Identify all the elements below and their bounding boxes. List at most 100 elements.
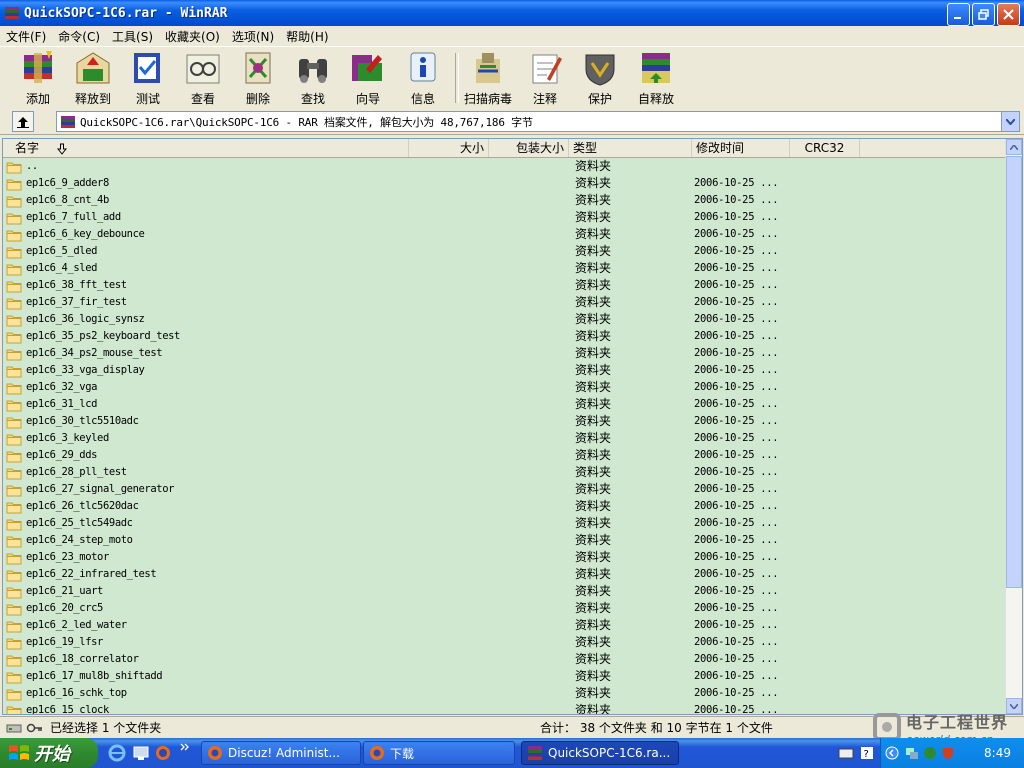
table-row[interactable]: ep1c6_29_dds 资料夹 2006-10-25 ... — [3, 447, 1006, 464]
minimize-button[interactable] — [947, 3, 970, 26]
file-type: 资料夹 — [575, 363, 612, 377]
task-winrar[interactable]: QuickSOPC-1C6.ra... — [521, 741, 679, 765]
title-bar[interactable]: QuickSOPC-1C6.rar - WinRAR — [0, 0, 1024, 26]
virus-scan-button[interactable]: 扫描病毒 — [461, 49, 515, 107]
table-row[interactable]: ep1c6_34_ps2_mouse_test 资料夹 2006-10-25 ... — [3, 345, 1006, 362]
table-row[interactable]: ep1c6_2_led_water 资料夹 2006-10-25 ... — [3, 617, 1006, 634]
file-name: ep1c6_30_tlc5510adc — [26, 415, 139, 427]
sfx-button[interactable]: 自释放 — [629, 49, 683, 107]
table-row[interactable]: ep1c6_7_full_add 资料夹 2006-10-25 ... — [3, 209, 1006, 226]
menu-favorites[interactable]: 收藏夹(O) — [159, 28, 226, 45]
table-row[interactable]: ep1c6_6_key_debounce 资料夹 2006-10-25 ... — [3, 226, 1006, 243]
antivirus-icon[interactable] — [923, 746, 937, 760]
tray-expand-icon[interactable] — [885, 746, 899, 760]
ie-quicklaunch-icon[interactable] — [108, 744, 126, 762]
find-button[interactable]: 查找 — [286, 49, 340, 107]
table-row[interactable]: ep1c6_20_crc5 资料夹 2006-10-25 ... — [3, 600, 1006, 617]
wizard-button[interactable]: 向导 — [341, 49, 395, 107]
column-modified-header[interactable]: 修改时间 — [692, 139, 790, 157]
menu-options[interactable]: 选项(N) — [226, 28, 280, 45]
status-total: 合计： 38 个文件夹 和 10 字节在 1 个文件 — [534, 719, 864, 736]
svg-text:?: ? — [864, 749, 869, 760]
menu-command[interactable]: 命令(C) — [52, 28, 106, 45]
file-name-cell: ep1c6_22_infrared_test — [6, 566, 157, 583]
column-crc-header[interactable]: CRC32 — [790, 139, 860, 157]
file-name-cell: ep1c6_5_dled — [6, 243, 97, 260]
folder-icon — [6, 519, 22, 530]
desktop-quicklaunch-icon[interactable] — [132, 744, 150, 762]
table-row[interactable]: ep1c6_21_uart 资料夹 2006-10-25 ... — [3, 583, 1006, 600]
table-row[interactable]: ep1c6_16_schk_top 资料夹 2006-10-25 ... — [3, 685, 1006, 702]
table-row[interactable]: ep1c6_37_fir_test 资料夹 2006-10-25 ... — [3, 294, 1006, 311]
menu-file[interactable]: 文件(F) — [0, 28, 52, 45]
comment-button[interactable]: 注释 — [518, 49, 572, 107]
delete-button[interactable]: 删除 — [231, 49, 285, 107]
menu-help[interactable]: 帮助(H) — [280, 28, 334, 45]
table-row[interactable]: ep1c6_33_vga_display 资料夹 2006-10-25 ... — [3, 362, 1006, 379]
up-folder-button[interactable] — [12, 111, 34, 132]
folder-icon — [6, 230, 22, 241]
maximize-button[interactable] — [972, 3, 995, 26]
column-name-header[interactable]: 名字 — [3, 139, 409, 157]
wizard-label: 向导 — [355, 92, 380, 106]
table-row[interactable]: ep1c6_19_lfsr 资料夹 2006-10-25 ... — [3, 634, 1006, 651]
test-button[interactable]: 测试 — [121, 49, 175, 107]
table-row[interactable]: ep1c6_24_step_moto 资料夹 2006-10-25 ... — [3, 532, 1006, 549]
table-row[interactable]: ep1c6_15_clock 资料夹 2006-10-25 ... — [3, 702, 1006, 714]
view-button[interactable]: 查看 — [176, 49, 230, 107]
table-row[interactable]: ep1c6_17_mul8b_shiftadd 资料夹 2006-10-25 ... — [3, 668, 1006, 685]
start-button[interactable]: 开始 — [0, 738, 98, 768]
file-list[interactable]: 名字 大小 包装大小 类型 修改时间 CRC32 .. 资料夹 ep1c6_9_ad… — [2, 138, 1023, 715]
extract-to-label: 释放到 — [74, 92, 111, 106]
table-row[interactable]: .. 资料夹 — [3, 158, 1006, 175]
scroll-up-button[interactable] — [1006, 139, 1022, 155]
table-row[interactable]: ep1c6_36_logic_synsz 资料夹 2006-10-25 ... — [3, 311, 1006, 328]
table-row[interactable]: ep1c6_25_tlc549adc 资料夹 2006-10-25 ... — [3, 515, 1006, 532]
table-row[interactable]: ep1c6_9_adder8 资料夹 2006-10-25 ... — [3, 175, 1006, 192]
table-row[interactable]: ep1c6_27_signal_generator 资料夹 2006-10-25 .… — [3, 481, 1006, 498]
status-selection: 已经选择 1 个文件夹 — [2, 719, 530, 736]
quicklaunch-more-icon[interactable] — [180, 742, 190, 752]
network-icon[interactable] — [905, 746, 919, 760]
table-row[interactable]: ep1c6_5_dled 资料夹 2006-10-25 ... — [3, 243, 1006, 260]
table-row[interactable]: ep1c6_35_ps2_keyboard_test 资料夹 2006-10-25 … — [3, 328, 1006, 345]
table-row[interactable]: ep1c6_32_vga 资料夹 2006-10-25 ... — [3, 379, 1006, 396]
scroll-thumb[interactable] — [1006, 156, 1022, 588]
close-icon — [1003, 9, 1014, 20]
menu-tools[interactable]: 工具(S) — [106, 28, 159, 45]
vertical-scrollbar[interactable] — [1005, 139, 1022, 714]
keyboard-icon[interactable] — [838, 746, 854, 760]
table-row[interactable]: ep1c6_28_pll_test 资料夹 2006-10-25 ... — [3, 464, 1006, 481]
extract-to-button[interactable]: 释放到 — [66, 49, 120, 107]
address-dropdown-button[interactable] — [1001, 112, 1019, 131]
firefox-quicklaunch-icon[interactable] — [154, 744, 172, 762]
add-label: 添加 — [25, 92, 50, 106]
security-shield-icon[interactable] — [941, 746, 955, 760]
table-row[interactable]: ep1c6_8_cnt_4b 资料夹 2006-10-25 ... — [3, 192, 1006, 209]
column-type-header[interactable]: 类型 — [569, 139, 692, 157]
task-discuz[interactable]: Discuz! Administ... — [201, 741, 361, 765]
file-modified: 2006-10-25 ... — [694, 279, 779, 291]
drive-icon — [6, 724, 22, 732]
column-size-header[interactable]: 大小 — [409, 139, 489, 157]
table-row[interactable]: ep1c6_3_keyled 资料夹 2006-10-25 ... — [3, 430, 1006, 447]
column-packed-header[interactable]: 包装大小 — [489, 139, 569, 157]
help-icon[interactable]: ? — [860, 746, 874, 760]
table-row[interactable]: ep1c6_26_tlc5620dac 资料夹 2006-10-25 ... — [3, 498, 1006, 515]
table-row[interactable]: ep1c6_22_infrared_test 资料夹 2006-10-25 ... — [3, 566, 1006, 583]
table-row[interactable]: ep1c6_38_fft_test 资料夹 2006-10-25 ... — [3, 277, 1006, 294]
table-row[interactable]: ep1c6_18_correlator 资料夹 2006-10-25 ... — [3, 651, 1006, 668]
address-field[interactable]: QuickSOPC-1C6.rar\QuickSOPC-1C6 - RAR 档案… — [56, 111, 1020, 132]
task-download[interactable]: 下载 — [363, 741, 515, 765]
file-name: ep1c6_29_dds — [26, 449, 98, 461]
file-type: 资料夹 — [575, 261, 612, 275]
table-row[interactable]: ep1c6_31_lcd 资料夹 2006-10-25 ... — [3, 396, 1006, 413]
close-button[interactable] — [997, 3, 1020, 26]
table-row[interactable]: ep1c6_23_motor 资料夹 2006-10-25 ... — [3, 549, 1006, 566]
table-row[interactable]: ep1c6_4_sled 资料夹 2006-10-25 ... — [3, 260, 1006, 277]
add-button[interactable]: 添加 — [11, 49, 65, 107]
table-row[interactable]: ep1c6_30_tlc5510adc 资料夹 2006-10-25 ... — [3, 413, 1006, 430]
protect-button[interactable]: 保护 — [573, 49, 627, 107]
info-button[interactable]: 信息 — [396, 49, 450, 107]
file-modified: 2006-10-25 ... — [694, 551, 779, 563]
